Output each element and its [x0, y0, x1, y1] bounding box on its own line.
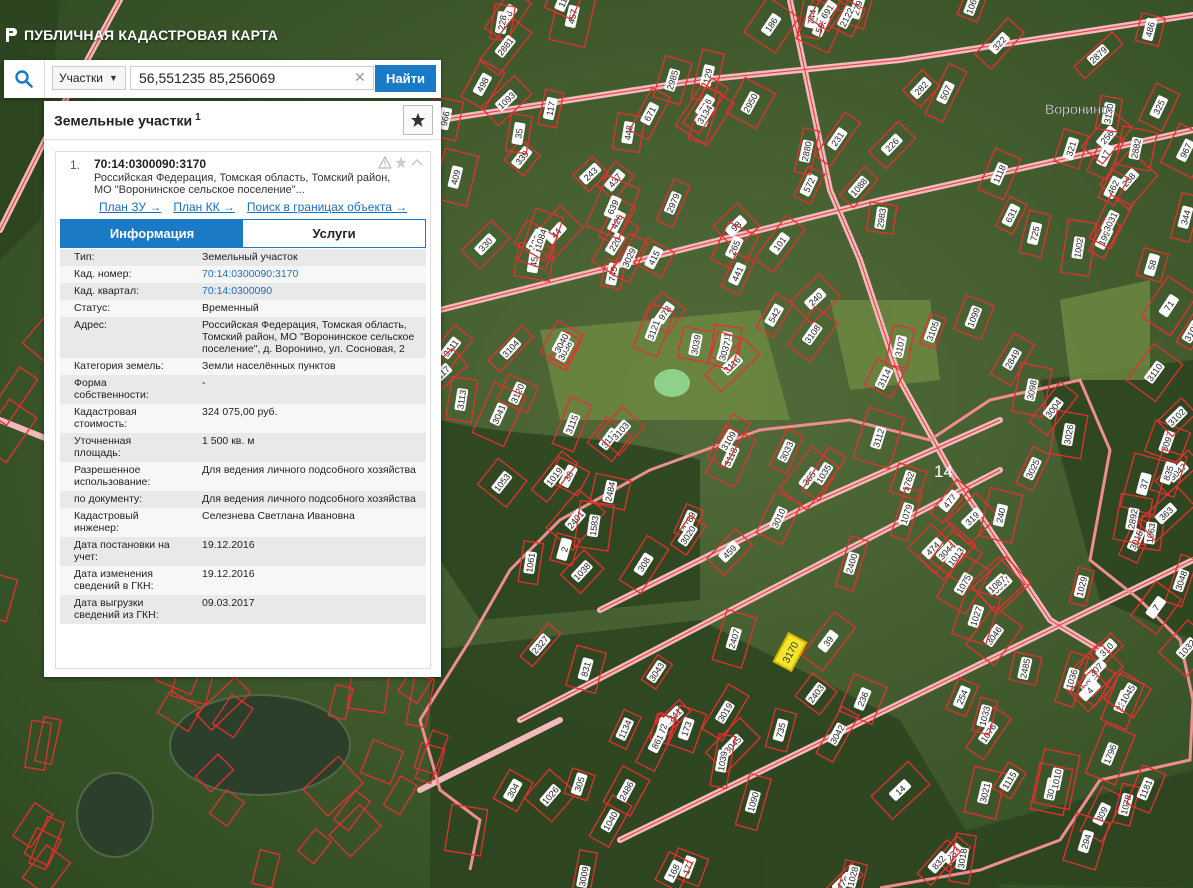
info-row: Дата изменения сведений в ГКН: 19.12.2016 [60, 566, 426, 595]
results-count: 1 [195, 111, 201, 123]
info-row: Разрешенное использование: Для ведения ли… [60, 462, 426, 491]
info-key: Кад. номер: [74, 268, 132, 280]
info-row: Кадастровая стоимость: 324 075,00 руб. [60, 404, 426, 433]
info-key: Адрес: [74, 319, 107, 331]
info-key: Разрешенное использование: [74, 464, 151, 488]
info-key: Кад. квартал: [74, 285, 139, 297]
parcel-label: 35 [513, 128, 524, 140]
info-key: Категория земель: [74, 360, 164, 372]
info-value-link[interactable]: 70:14:0300090:3170 [188, 266, 426, 283]
info-row: Дата постановки на учет: 19.12.2016 [60, 537, 426, 566]
info-value: 19.12.2016 [202, 568, 255, 580]
search-toggle-button[interactable] [4, 60, 45, 98]
search-bar: Участки ▼ ✕ Найти [4, 60, 441, 98]
search-type-label: Участки [59, 71, 103, 85]
search-type-select[interactable]: Участки ▼ [52, 66, 126, 90]
info-row: Статус: Временный [60, 300, 426, 317]
card-tabs: Информация Услуги [60, 219, 426, 248]
item-index: 1. [70, 158, 81, 172]
pond-light [654, 369, 690, 397]
info-value: Для ведения личного подсобного хозяйства [202, 493, 416, 505]
info-value: Временный [202, 302, 259, 314]
info-row: Уточненная площадь: 1 500 кв. м [60, 433, 426, 462]
info-value: 1 500 кв. м [202, 435, 255, 447]
app-header: ПУБЛИЧНАЯ КАДАСТРОВАЯ КАРТА [0, 18, 320, 52]
info-value: 324 075,00 руб. [202, 406, 278, 418]
chevron-up-icon[interactable] [410, 156, 424, 169]
info-row: Адрес: Российская Федерация, Томская обла… [60, 317, 426, 358]
parcel-address-short: Российская Федерация, Томская область, Т… [94, 172, 391, 196]
results-panel: Земельные участки 1 1. 70:14:0300090:3170… [44, 101, 441, 677]
tab-information[interactable]: Информация [61, 220, 243, 247]
info-key: Статус: [74, 302, 111, 314]
info-row: Категория земель: Земли населённых пункто… [60, 358, 426, 375]
clear-search-icon[interactable]: ✕ [354, 69, 366, 86]
card-actions [378, 156, 424, 169]
info-value: 19.12.2016 [202, 539, 255, 551]
favorite-button[interactable] [403, 105, 433, 135]
cadastral-logo-icon [6, 28, 17, 42]
info-value-link[interactable]: 70:14:0300090 [188, 283, 426, 300]
info-row: Кадастровый инженер: Селезнева Светлана И… [60, 508, 426, 537]
chevron-down-icon: ▼ [109, 73, 118, 83]
quarter-label: 14 [934, 462, 953, 481]
info-value: Селезнева Светлана Ивановна [202, 510, 355, 522]
search-input[interactable] [130, 66, 374, 90]
place-name-label: Воронино [1045, 101, 1109, 117]
info-key: Дата изменения сведений в ГКН: [74, 568, 154, 592]
info-key: по документу: [74, 493, 143, 505]
app-title: ПУБЛИЧНАЯ КАДАСТРОВАЯ КАРТА [24, 27, 279, 43]
info-row: Форма собственности: - [60, 375, 426, 404]
info-key: Кадастровая стоимость: [74, 406, 137, 430]
info-key: Дата постановки на учет: [74, 539, 170, 563]
parcel-links: План ЗУ → План КК → Поиск в границах объ… [99, 200, 407, 214]
find-button[interactable]: Найти [375, 65, 436, 92]
plan-zu-link[interactable]: План ЗУ → [99, 200, 161, 214]
info-value: 09.03.2017 [202, 597, 255, 609]
info-key: Форма собственности: [74, 377, 149, 401]
parcel-info-table: Тип: Земельный участок Кад. номер: 70:14:03… [60, 249, 426, 624]
info-row: Кад. номер: 70:14:0300090:3170 [60, 266, 426, 283]
results-title: Земельные участки 1 [54, 112, 201, 129]
info-row: по документу: Для ведения личного подсобн… [60, 491, 426, 508]
search-icon [15, 70, 33, 88]
plan-kk-link[interactable]: План КК → [173, 200, 235, 214]
info-key: Тип: [74, 251, 95, 263]
info-row: Тип: Земельный участок [60, 249, 426, 266]
star-outline-icon[interactable] [394, 156, 408, 169]
info-value: Земли населённых пунктов [202, 360, 336, 372]
info-value: Для ведения личного подсобного хозяйства [202, 464, 416, 476]
tab-services[interactable]: Услуги [243, 220, 425, 247]
info-row: Дата выгрузки сведений из ГКН: 09.03.2017 [60, 595, 426, 624]
warning-icon[interactable] [378, 156, 392, 169]
info-key: Дата выгрузки сведений из ГКН: [74, 597, 159, 621]
info-value: - [202, 377, 206, 389]
info-value: Земельный участок [202, 251, 298, 263]
star-icon [411, 113, 425, 127]
info-key: Кадастровый инженер: [74, 510, 139, 534]
results-header: Земельные участки 1 [44, 101, 441, 140]
info-row: Кад. квартал: 70:14:0300090 [60, 283, 426, 300]
results-title-text: Земельные участки [54, 112, 193, 129]
info-value: Российская Федерация, Томская область, Т… [202, 319, 415, 355]
search-within-link[interactable]: Поиск в границах объекта → [247, 200, 407, 214]
parcel-card: 1. 70:14:0300090:3170 Российская Федерац… [55, 151, 431, 669]
parcel-cad-number[interactable]: 70:14:0300090:3170 [94, 157, 206, 171]
info-key: Уточненная площадь: [74, 435, 132, 459]
